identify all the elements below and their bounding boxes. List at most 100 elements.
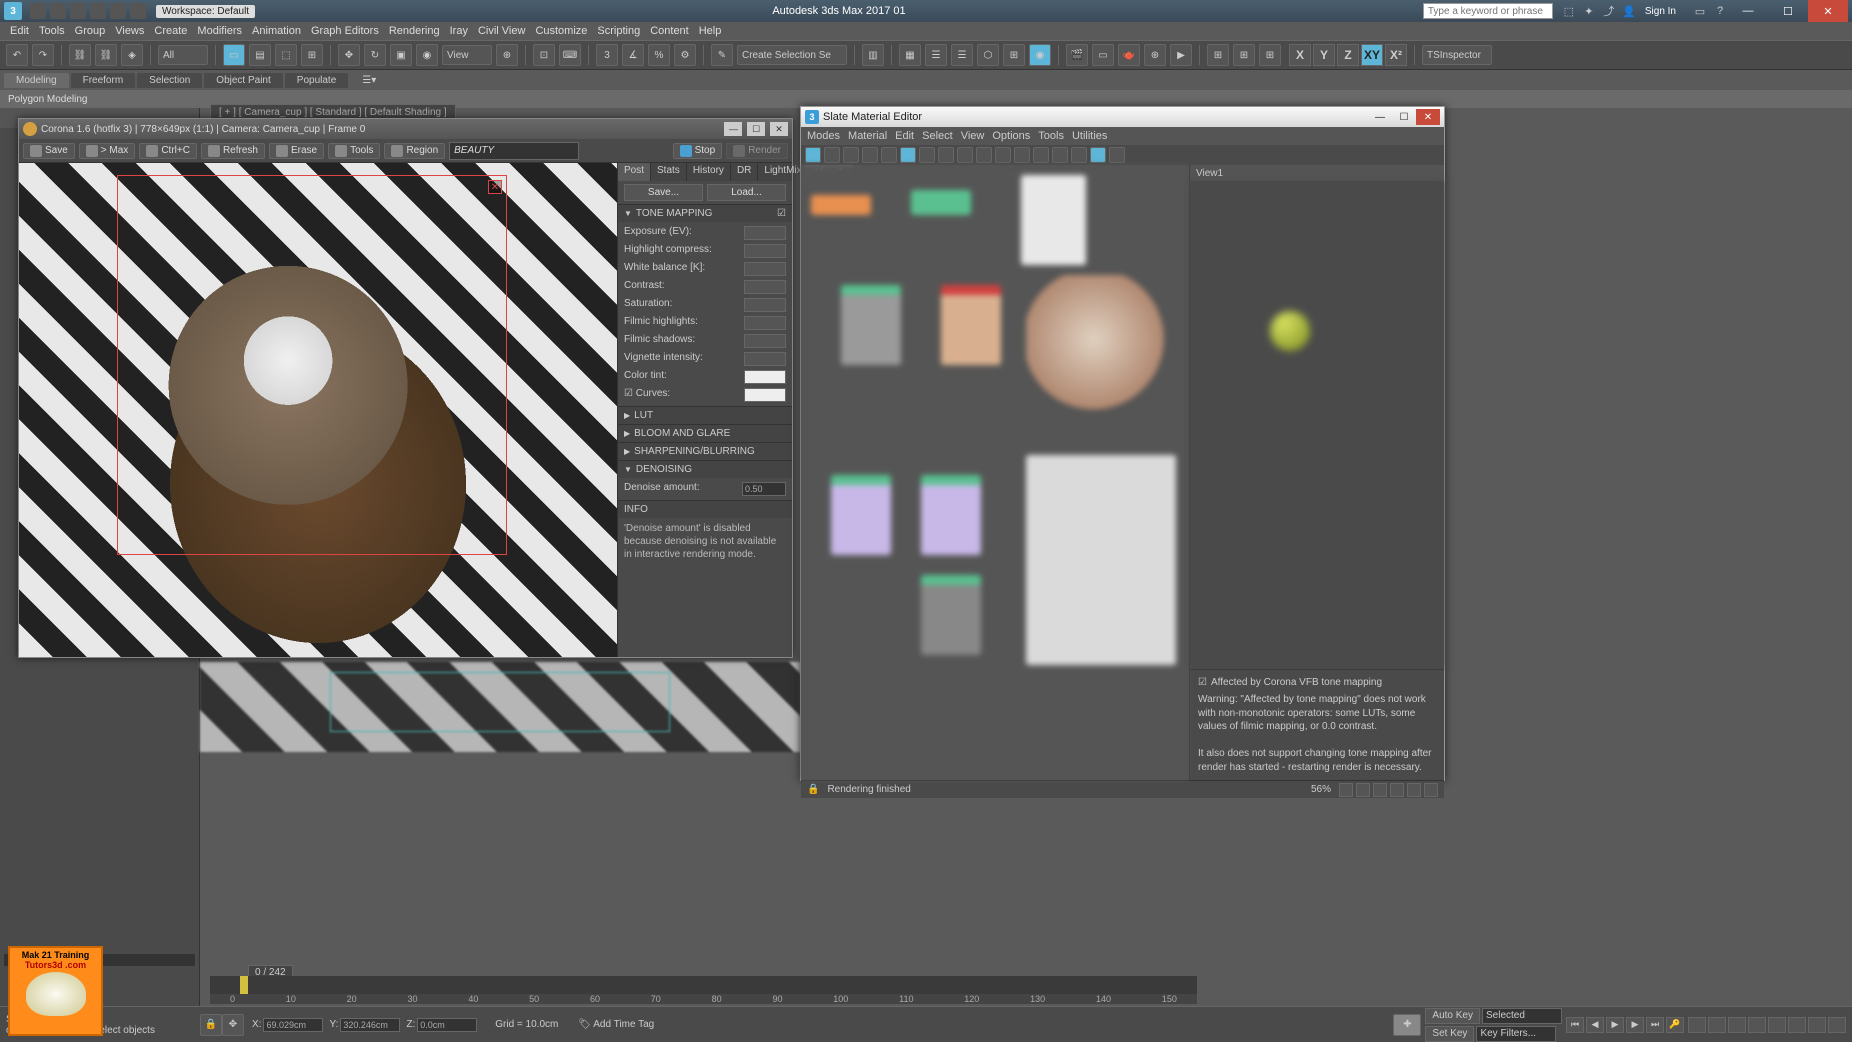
menu-modifiers[interactable]: Modifiers bbox=[197, 25, 242, 37]
ribbon-freeform[interactable]: Freeform bbox=[71, 73, 136, 88]
percent-snap-icon[interactable]: % bbox=[648, 44, 670, 66]
keyboard-icon[interactable]: ⌨ bbox=[559, 44, 581, 66]
rotate-icon[interactable]: ↻ bbox=[364, 44, 386, 66]
graph-node[interactable] bbox=[1021, 175, 1086, 265]
timeline-cursor[interactable] bbox=[240, 976, 248, 994]
close-button[interactable]: ✕ bbox=[1808, 0, 1848, 22]
redo-icon[interactable]: ↷ bbox=[32, 44, 54, 66]
section-bloom[interactable]: ▶BLOOM AND GLARE bbox=[618, 425, 792, 442]
y-input[interactable] bbox=[340, 1018, 400, 1032]
undo-icon[interactable]: ↶ bbox=[6, 44, 28, 66]
menu-iray[interactable]: Iray bbox=[450, 25, 468, 37]
corona-title-bar[interactable]: Corona 1.6 (hotfix 3) | 778×649px (1:1) … bbox=[19, 119, 792, 139]
corona-maximize-button[interactable]: ☐ bbox=[747, 122, 765, 136]
slate-pick-icon[interactable] bbox=[824, 147, 840, 163]
tab-post[interactable]: Post bbox=[618, 163, 651, 181]
slate-select-icon[interactable] bbox=[805, 147, 821, 163]
slate-side-tab[interactable]: View1 bbox=[1190, 165, 1444, 181]
ribbon-selection[interactable]: Selection bbox=[137, 73, 202, 88]
transform-gizmo-icon[interactable]: ✥ bbox=[222, 1014, 244, 1036]
schematic-icon[interactable]: ⊞ bbox=[1003, 44, 1025, 66]
render-last-icon[interactable]: ▶ bbox=[1170, 44, 1192, 66]
corona-render-button[interactable]: Render bbox=[726, 143, 788, 159]
ribbon-object-paint[interactable]: Object Paint bbox=[204, 73, 282, 88]
param-exposure-value[interactable] bbox=[744, 226, 786, 240]
auto-key-button[interactable]: Auto Key bbox=[1425, 1008, 1480, 1024]
pan-icon[interactable] bbox=[1788, 1017, 1806, 1033]
material-editor-icon[interactable]: ◉ bbox=[1029, 44, 1051, 66]
lock-icon[interactable]: 🔒 bbox=[807, 784, 819, 795]
tab-history[interactable]: History bbox=[687, 163, 731, 181]
layer-explorer-icon[interactable]: ☰ bbox=[951, 44, 973, 66]
render-frame-icon[interactable]: ▭ bbox=[1092, 44, 1114, 66]
fov-icon[interactable] bbox=[1768, 1017, 1786, 1033]
app-logo[interactable]: 3 bbox=[4, 2, 22, 20]
slate-zoom-ext-icon[interactable] bbox=[1390, 783, 1404, 797]
zoom-ext-icon[interactable] bbox=[1728, 1017, 1746, 1033]
placement-icon[interactable]: ◉ bbox=[416, 44, 438, 66]
minimize-button[interactable]: — bbox=[1728, 0, 1768, 22]
menu-edit[interactable]: Edit bbox=[10, 25, 29, 37]
render-prod-icon[interactable]: 🫖 bbox=[1118, 44, 1140, 66]
pivot-icon[interactable]: ⊕ bbox=[496, 44, 518, 66]
slate-bg-icon[interactable] bbox=[976, 147, 992, 163]
param-denoise-spinner[interactable]: 0.50 bbox=[742, 482, 786, 496]
exchange-icon[interactable]: ⤴ bbox=[1601, 3, 1617, 19]
max-toggle-icon[interactable] bbox=[1828, 1017, 1846, 1033]
corona-region-button[interactable]: Region bbox=[384, 143, 445, 159]
z-input[interactable] bbox=[417, 1018, 477, 1032]
render-iray-icon[interactable]: ⊕ bbox=[1144, 44, 1166, 66]
param-saturation-value[interactable] bbox=[744, 298, 786, 312]
slate-menu-utilities[interactable]: Utilities bbox=[1072, 130, 1107, 142]
help-icon[interactable]: ? bbox=[1712, 3, 1728, 19]
post-load-button[interactable]: Load... bbox=[707, 184, 786, 201]
set-key-large-icon[interactable]: ✚ bbox=[1393, 1014, 1421, 1036]
ref-coord-dropdown[interactable]: View bbox=[442, 45, 492, 65]
set-key-button[interactable]: Set Key bbox=[1425, 1026, 1474, 1042]
slate-hand-icon[interactable] bbox=[1339, 783, 1353, 797]
ribbon-populate[interactable]: Populate bbox=[285, 73, 348, 88]
play-icon[interactable]: ▶ bbox=[1606, 1017, 1624, 1033]
qat-link-icon[interactable] bbox=[130, 3, 146, 19]
scale-icon[interactable]: ▣ bbox=[390, 44, 412, 66]
goto-end-icon[interactable]: ⏭ bbox=[1646, 1017, 1664, 1033]
graph-node[interactable] bbox=[811, 195, 871, 215]
graph-node[interactable] bbox=[911, 190, 971, 215]
x-input[interactable] bbox=[263, 1018, 323, 1032]
render-setup-icon[interactable]: 🎬 bbox=[1066, 44, 1088, 66]
maximize-button[interactable]: ☐ bbox=[1768, 0, 1808, 22]
slate-layout-icon[interactable] bbox=[900, 147, 916, 163]
param-highlight-value[interactable] bbox=[744, 244, 786, 258]
corona-to-max-button[interactable]: > Max bbox=[79, 143, 136, 159]
corona-copy-button[interactable]: Ctrl+C bbox=[139, 143, 197, 159]
axis-xy[interactable]: XY bbox=[1361, 44, 1383, 66]
param-curves-button[interactable] bbox=[744, 388, 786, 402]
param-filmic-s-value[interactable] bbox=[744, 334, 786, 348]
user-icon[interactable]: 👤 bbox=[1621, 3, 1637, 19]
ribbon-toggle-icon[interactable]: ☰▾ bbox=[350, 73, 388, 88]
tab-stats[interactable]: Stats bbox=[651, 163, 687, 181]
corona-minimize-button[interactable]: — bbox=[724, 122, 742, 136]
axis-x[interactable]: X bbox=[1289, 44, 1311, 66]
slate-nav5-icon[interactable] bbox=[1109, 147, 1125, 163]
param-wb-value[interactable] bbox=[744, 262, 786, 276]
graph-node[interactable] bbox=[921, 575, 981, 655]
grid-a-icon[interactable]: ⊞ bbox=[1207, 44, 1229, 66]
zoom-ext-all-icon[interactable] bbox=[1748, 1017, 1766, 1033]
slate-close-button[interactable]: ✕ bbox=[1416, 109, 1440, 125]
workspace-icon[interactable]: ▭ bbox=[1692, 3, 1708, 19]
snap-toggle-icon[interactable]: 3 bbox=[596, 44, 618, 66]
next-frame-icon[interactable]: ▶ bbox=[1626, 1017, 1644, 1033]
section-sharpen[interactable]: ▶SHARPENING/BLURRING bbox=[618, 443, 792, 460]
named-sel-dropdown[interactable]: Create Selection Se bbox=[737, 45, 847, 65]
slate-grid-icon[interactable] bbox=[1014, 147, 1030, 163]
param-filmic-h-value[interactable] bbox=[744, 316, 786, 330]
graph-node[interactable] bbox=[1026, 455, 1176, 665]
menu-rendering[interactable]: Rendering bbox=[389, 25, 440, 37]
param-tint-swatch[interactable] bbox=[744, 370, 786, 384]
graph-node[interactable] bbox=[841, 285, 901, 365]
select-name-icon[interactable]: ▤ bbox=[249, 44, 271, 66]
mirror-icon[interactable]: ▥ bbox=[862, 44, 884, 66]
slate-fit-icon[interactable] bbox=[1373, 783, 1387, 797]
bind-icon[interactable]: ◈ bbox=[121, 44, 143, 66]
